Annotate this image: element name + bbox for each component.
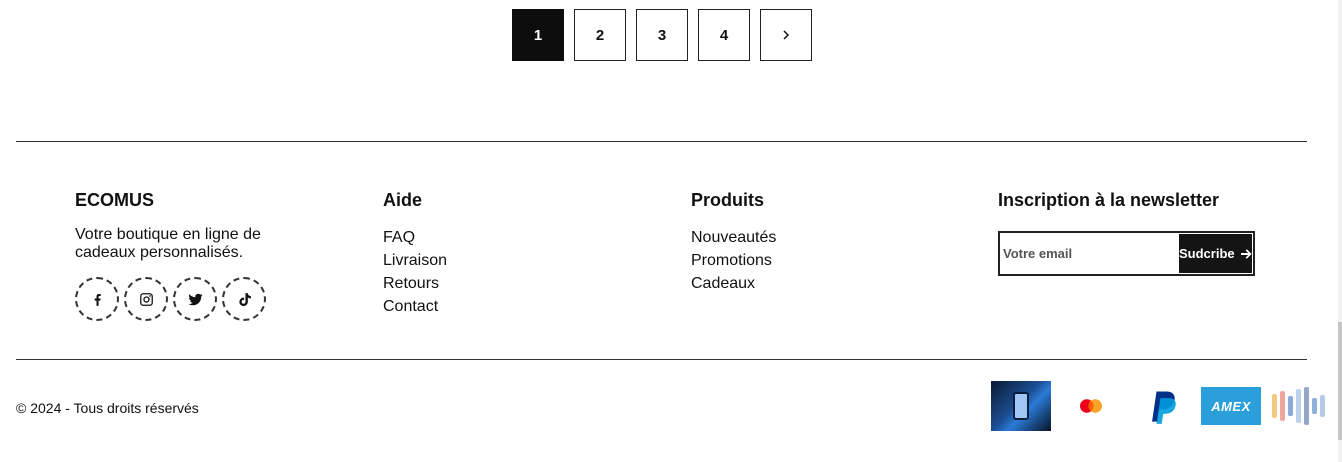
footer-brand-column: ECOMUS Votre boutique en ligne de cadeau…	[75, 189, 315, 321]
newsletter-form: Sudcribe	[998, 231, 1255, 276]
copyright-text: © 2024 - Tous droits réservés	[16, 400, 199, 416]
phone-icon	[1013, 392, 1029, 420]
help-links: FAQ Livraison Retours Contact	[383, 226, 447, 318]
social-links	[75, 277, 315, 321]
footer-newsletter-column: Inscription à la newsletter Sudcribe	[998, 189, 1255, 276]
footer-products-column: Produits Nouveautés Promotions Cadeaux	[691, 189, 776, 295]
subscribe-button-label: Sudcribe	[1179, 246, 1235, 261]
chevron-right-icon	[783, 30, 790, 40]
footer-help-column: Aide FAQ Livraison Retours Contact	[383, 189, 447, 318]
footer-link-retours[interactable]: Retours	[383, 272, 447, 295]
footer-link-cadeaux[interactable]: Cadeaux	[691, 272, 776, 295]
instagram-link[interactable]	[124, 277, 168, 321]
page-scrollbar[interactable]	[1338, 0, 1342, 462]
mastercard-icon	[1061, 381, 1121, 431]
footer-link-faq[interactable]: FAQ	[383, 226, 447, 249]
newsletter-title: Inscription à la newsletter	[998, 190, 1220, 210]
pagination: 1 2 3 4	[512, 9, 812, 61]
arrow-right-icon	[1240, 248, 1252, 259]
footer-top-divider	[16, 141, 1307, 142]
footer-link-livraison[interactable]: Livraison	[383, 249, 447, 272]
footer-link-promotions[interactable]: Promotions	[691, 249, 776, 272]
scrollbar-thumb[interactable]	[1338, 322, 1342, 440]
blurred-payment-icon	[1271, 381, 1325, 431]
page-1-button[interactable]: 1	[512, 9, 564, 61]
page-3-button[interactable]: 3	[636, 9, 688, 61]
tiktok-icon	[238, 292, 251, 306]
payment-methods: AMEX	[991, 381, 1325, 431]
products-links: Nouveautés Promotions Cadeaux	[691, 226, 776, 295]
products-title: Produits	[691, 190, 765, 210]
subscribe-button[interactable]: Sudcribe	[1179, 234, 1252, 273]
help-title: Aide	[383, 190, 423, 210]
facebook-icon	[94, 293, 101, 306]
newsletter-email-input[interactable]	[1002, 235, 1179, 272]
instagram-icon	[139, 292, 153, 306]
page-4-button[interactable]: 4	[698, 9, 750, 61]
twitter-link[interactable]	[173, 277, 217, 321]
twitter-icon	[187, 293, 203, 305]
footer-link-nouveautes[interactable]: Nouveautés	[691, 226, 776, 249]
brand-description: Votre boutique en ligne de cadeaux perso…	[75, 226, 261, 261]
tiktok-link[interactable]	[222, 277, 266, 321]
footer-bottom-divider	[16, 359, 1307, 360]
footer-link-contact[interactable]: Contact	[383, 295, 447, 318]
amex-icon: AMEX	[1201, 381, 1261, 431]
next-page-button[interactable]	[760, 9, 812, 61]
payment-photo	[991, 381, 1051, 431]
page-2-button[interactable]: 2	[574, 9, 626, 61]
paypal-icon	[1131, 381, 1191, 431]
brand-title: ECOMUS	[75, 190, 155, 210]
amex-card: AMEX	[1201, 387, 1261, 425]
facebook-link[interactable]	[75, 277, 119, 321]
